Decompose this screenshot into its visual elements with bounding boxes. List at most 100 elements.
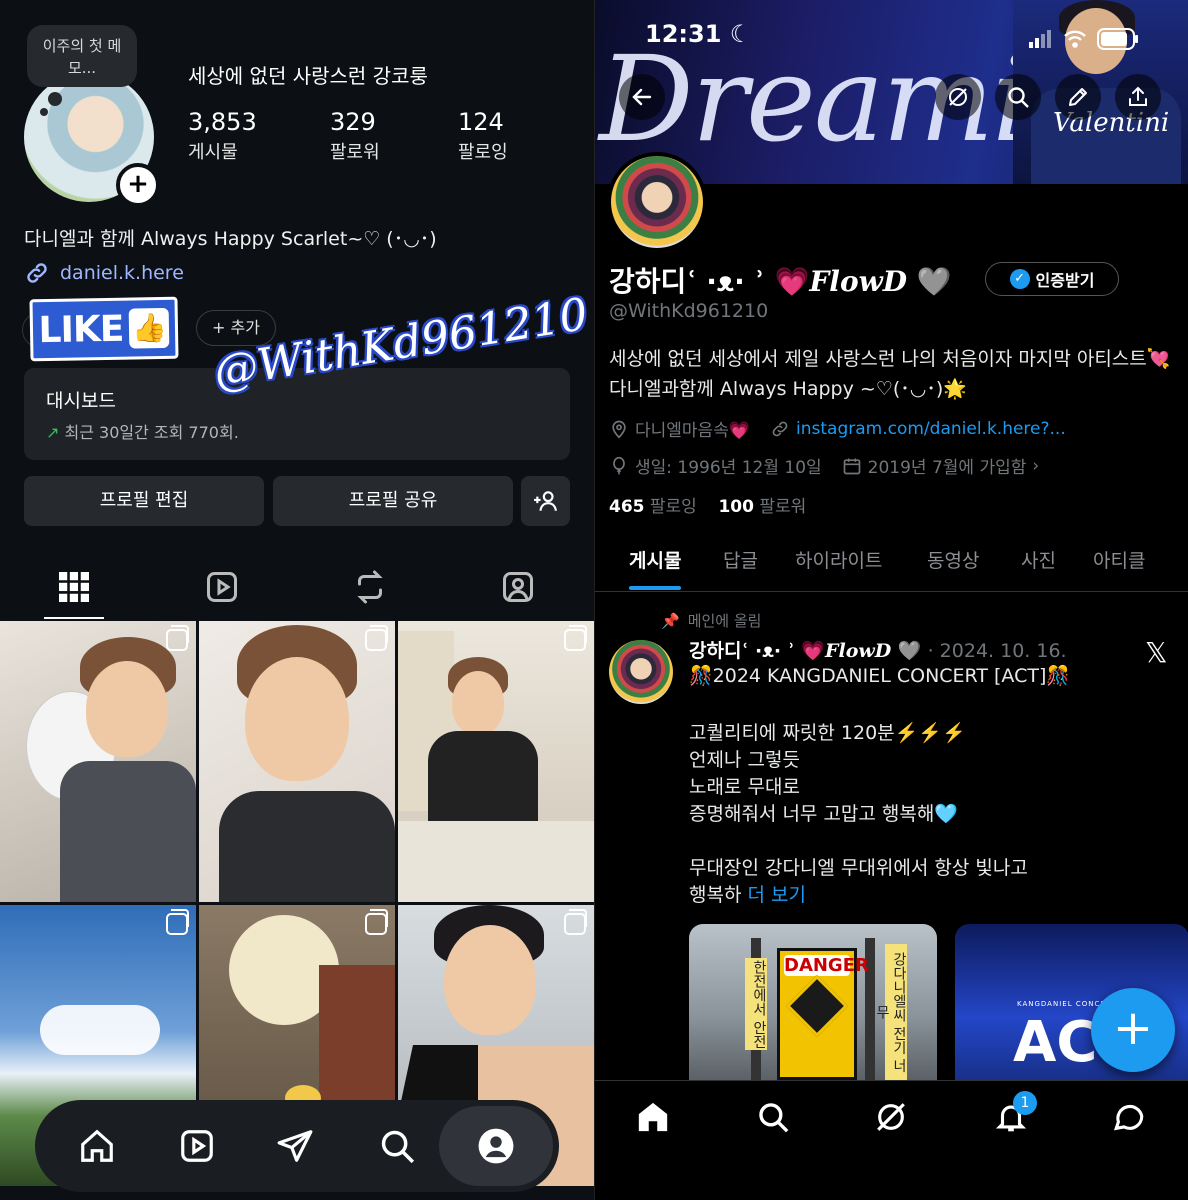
tagged-icon [503, 572, 533, 602]
status-clock: 12:31 [645, 20, 722, 48]
verified-check-icon: ✓ [1009, 269, 1030, 289]
ig-add-friend-button[interactable] [521, 476, 570, 526]
balloon-icon [613, 456, 625, 474]
reels-icon [181, 1130, 213, 1162]
profile-icon [478, 1128, 514, 1164]
tw-nav-notifications[interactable]: 1 [981, 1091, 1041, 1137]
pink-heart-icon: 💗 [801, 640, 826, 662]
chat-bubble-icon [1113, 1104, 1144, 1131]
tw-following-link[interactable]: 465 팔로잉 [609, 497, 697, 517]
tw-display-name-text: 강하디 [609, 265, 687, 298]
tw-name-flow: FlowD [809, 265, 907, 298]
tw-handle: @WithKd961210 [609, 300, 769, 322]
grey-heart-icon: 🩶 [916, 265, 952, 298]
pink-heart-icon: 💗 [774, 265, 810, 298]
battery-icon [1097, 28, 1138, 50]
tw-nav-grok[interactable] [861, 1097, 921, 1137]
ig-add-story-button[interactable]: + [116, 163, 160, 207]
tw-nav-search[interactable] [743, 1097, 803, 1137]
tw-search-button[interactable] [995, 74, 1041, 120]
location-pin-icon [612, 420, 626, 439]
tw-location: 다니엘마음속💗 [635, 421, 751, 441]
calendar-icon [843, 458, 861, 474]
tw-nav-home[interactable] [623, 1097, 683, 1137]
thumbs-up-icon: 👍 [129, 307, 170, 349]
tw-profile-avatar[interactable] [607, 152, 707, 252]
pin-icon: 📌 [661, 611, 680, 630]
post-text-line: 언제나 그렇듯 [689, 749, 800, 771]
tw-profile-tabs: 게시물 답글 하이라이트 동영상 사진 아티클 [595, 528, 1188, 592]
show-more-link[interactable]: 더 보기 [748, 884, 806, 906]
ig-profile-link[interactable]: daniel.k.here [24, 260, 184, 286]
tw-followers-count: 100 [718, 497, 754, 517]
tw-grok-button[interactable] [935, 74, 981, 120]
tw-follow-counts: 465 팔로잉 100 팔로워 [609, 492, 806, 517]
ig-stat-following[interactable]: 124 팔로잉 [458, 108, 508, 164]
tw-name-deco: ʿ ·ᴥ· ʾ [686, 265, 765, 298]
ig-grid-post[interactable] [398, 621, 594, 902]
tw-share-button[interactable] [1115, 74, 1161, 120]
post-author-avatar[interactable] [609, 640, 673, 704]
tw-bottom-navigation: 1 [595, 1080, 1188, 1200]
chevron-right-icon[interactable]: › [1032, 456, 1039, 476]
ig-note-tail-small [40, 108, 48, 116]
notification-badge: 1 [1013, 1091, 1037, 1115]
tw-website-link[interactable]: instagram.com/daniel.k.here?... [796, 419, 1066, 439]
post-text-line: 증명해줘서 너무 고맙고 행복해🩵 [689, 803, 959, 825]
ig-note-bubble[interactable]: 이주의 첫 메모... [27, 25, 137, 87]
tw-followers-link[interactable]: 100 팔로워 [718, 497, 806, 517]
ig-tab-grid[interactable] [0, 555, 148, 619]
tab-videos[interactable]: 동영상 [927, 546, 979, 573]
tw-nav-messages[interactable] [1099, 1097, 1159, 1137]
ig-grid-post[interactable] [199, 621, 395, 902]
instagram-profile-panel: 이주의 첫 메모... + 세상에 없던 사랑스런 강코룽 3,853 게시물 … [0, 0, 594, 1200]
tw-display-name: 강하디ʿ ·ᴥ· ʾ 💗FlowD 🩶 [609, 260, 952, 300]
tw-joined-date: 2019년 7월에 가입함 [867, 458, 1027, 478]
tw-get-verified-label: 인증받기 [1035, 271, 1095, 290]
ig-stat-followers-count: 329 [330, 108, 376, 136]
post-text-line: 고퀄리티에 짜릿한 120분⚡️⚡️⚡️ [689, 722, 966, 744]
pinned-indicator: 📌 메인에 올림 [661, 610, 761, 631]
ig-tab-reposts[interactable] [296, 555, 444, 619]
ig-tab-tagged[interactable] [444, 555, 592, 619]
ig-nav-reels[interactable] [145, 1100, 249, 1192]
ig-edit-profile-button[interactable]: 프로필 편집 [24, 476, 264, 526]
tw-following-label: 팔로잉 [649, 497, 697, 517]
ig-profile-tabs [0, 555, 594, 619]
search-icon [1008, 87, 1029, 108]
compose-post-button[interactable]: + [1091, 988, 1175, 1072]
tab-replies[interactable]: 답글 [723, 546, 758, 573]
ig-nav-search[interactable] [345, 1100, 449, 1192]
tw-get-verified-button[interactable]: ✓ 인증받기 [985, 262, 1119, 296]
ig-stat-posts[interactable]: 3,853 게시물 [188, 108, 257, 164]
grey-heart-icon: 🩶 [897, 640, 922, 662]
tab-highlights[interactable]: 하이라이트 [795, 546, 882, 573]
trend-up-icon: ↗ [46, 423, 60, 442]
ig-stat-posts-count: 3,853 [188, 108, 257, 136]
link-icon [772, 421, 788, 436]
banner-left-text: 한전에서 안전 [745, 958, 767, 1051]
like-sticker-text: LIKE [38, 308, 124, 351]
grok-icon [877, 1103, 905, 1131]
multi-photo-icon [166, 625, 189, 651]
tab-photos[interactable]: 사진 [1021, 546, 1056, 573]
post-author-name[interactable]: 강하디ʿ ·ᴥ· ʾ 💗FlowD 🩶 [689, 640, 922, 662]
ig-nav-profile[interactable] [439, 1106, 553, 1186]
tab-posts[interactable]: 게시물 [629, 546, 682, 590]
tw-location-row: 다니엘마음속💗 instagram.com/daniel.k.here?... [609, 416, 1066, 441]
ig-nav-home[interactable] [45, 1100, 149, 1192]
ig-nav-messages[interactable] [243, 1100, 347, 1192]
ig-profile-name: 세상에 없던 사랑스런 강코룽 [188, 64, 428, 88]
ig-tab-reels[interactable] [148, 555, 296, 619]
post-media-image[interactable]: DANGER 한전에서 안전 강다니엘씨 전기 너무 [689, 924, 937, 1080]
tab-articles[interactable]: 아티클 [1093, 546, 1145, 573]
tw-edit-button[interactable] [1055, 74, 1101, 120]
ig-bottom-navigation [35, 1100, 559, 1192]
post-text-line: 노래로 무대로 [689, 776, 800, 798]
ig-stat-followers[interactable]: 329 팔로워 [330, 108, 380, 164]
ig-share-profile-button[interactable]: 프로필 공유 [273, 476, 513, 526]
post-text-line: 🎊2024 KANGDANIEL CONCERT [ACT]🎊 [689, 665, 1071, 687]
grok-icon [949, 88, 967, 106]
ig-grid-post[interactable] [0, 621, 196, 902]
tw-back-button[interactable] [619, 74, 665, 120]
